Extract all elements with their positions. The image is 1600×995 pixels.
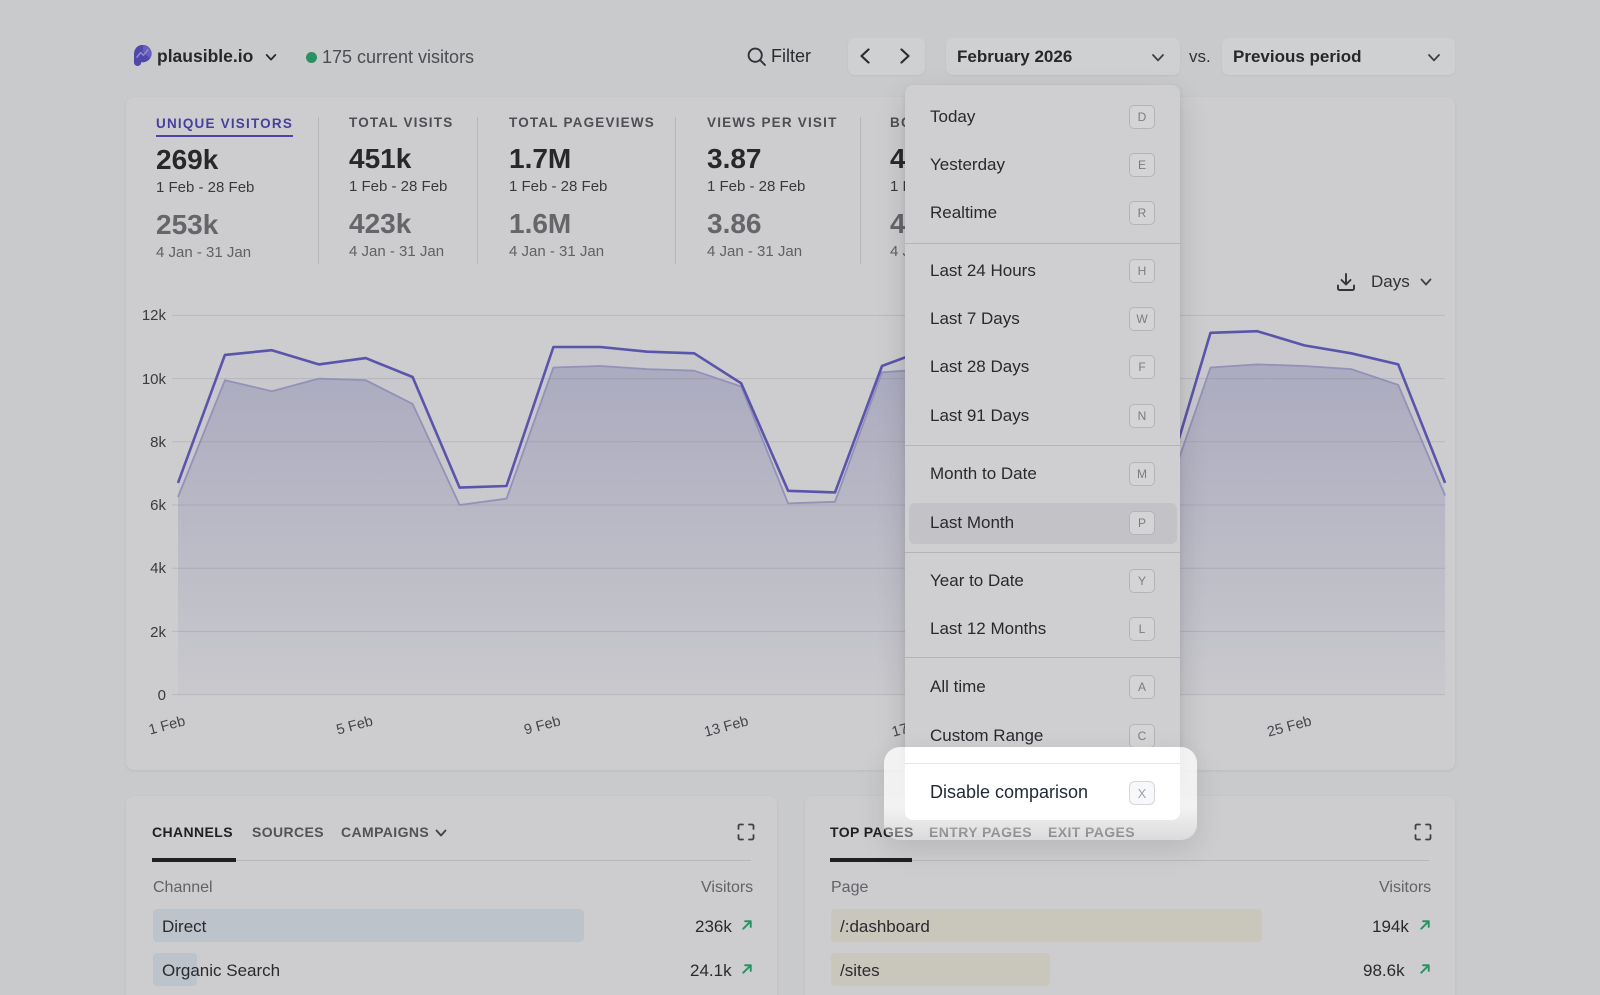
svg-text:25 Feb: 25 Feb	[1266, 713, 1314, 740]
svg-text:4k: 4k	[150, 560, 166, 577]
svg-text:9 Feb: 9 Feb	[522, 713, 562, 738]
svg-text:8k: 8k	[150, 434, 166, 451]
svg-text:10k: 10k	[142, 371, 167, 388]
svg-text:5 Feb: 5 Feb	[335, 713, 375, 738]
svg-text:1 Feb: 1 Feb	[147, 713, 187, 738]
svg-text:2k: 2k	[150, 624, 166, 641]
svg-text:6k: 6k	[150, 497, 166, 514]
svg-text:13 Feb: 13 Feb	[702, 713, 750, 740]
svg-text:0: 0	[158, 687, 166, 704]
svg-text:12k: 12k	[142, 307, 167, 324]
